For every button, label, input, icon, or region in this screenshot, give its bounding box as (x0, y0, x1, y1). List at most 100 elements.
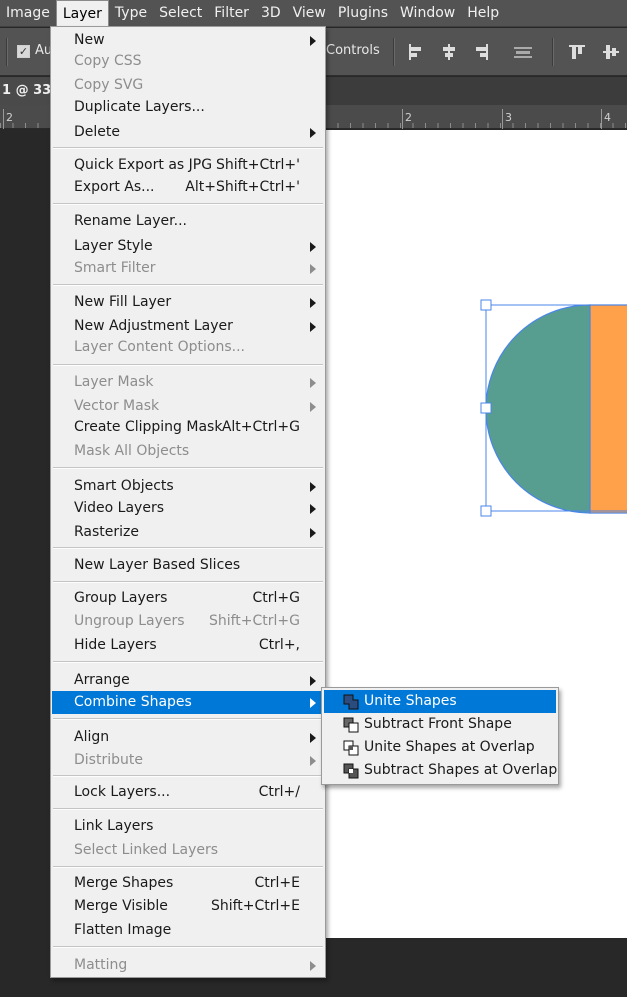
menu-item-new-adjustment-layer[interactable]: New Adjustment Layer (52, 315, 324, 338)
menu-image[interactable]: Image (0, 0, 56, 27)
ruler-label: 2 (405, 111, 412, 124)
menu-view[interactable]: View (287, 0, 332, 27)
menu-item-arrange[interactable]: Arrange (52, 669, 324, 692)
transform-handle[interactable] (480, 505, 492, 517)
unite-shapes-icon (342, 693, 360, 711)
menu-item-rasterize[interactable]: Rasterize (52, 521, 324, 544)
menu-item-select-linked-layers[interactable]: Select Linked Layers (52, 839, 324, 862)
align-left-edges-icon[interactable] (405, 41, 427, 63)
auto-select-checkbox[interactable]: ✓ (17, 45, 30, 58)
menu-item-quick-export-jpg[interactable]: Quick Export as JPG Shift+Ctrl+' (52, 154, 324, 177)
menu-item-rename-layer[interactable]: Rename Layer... (52, 210, 324, 233)
align-horizontal-centers-icon[interactable] (438, 41, 460, 63)
submenu-item-subtract-shapes-at-overlap[interactable]: Subtract Shapes at Overlap (324, 759, 557, 782)
shortcut-label: Ctrl+G (252, 590, 301, 606)
transform-handle[interactable] (480, 299, 492, 311)
menu-item-vector-mask[interactable]: Vector Mask (52, 395, 324, 418)
menu-item-video-layers[interactable]: Video Layers (52, 497, 324, 520)
align-vertical-centers-icon[interactable] (600, 41, 622, 63)
menu-item-new-layer-based-slices[interactable]: New Layer Based Slices (52, 554, 324, 577)
menu-item-duplicate-layers[interactable]: Duplicate Layers... (52, 96, 324, 119)
menu-select[interactable]: Select (153, 0, 208, 27)
submenu-item-unite-shapes[interactable]: Unite Shapes (324, 690, 556, 713)
menu-item-distribute[interactable]: Distribute (52, 749, 324, 772)
menu-item-ungroup-layers[interactable]: Ungroup Layers Shift+Ctrl+G (52, 610, 324, 633)
menu-item-smart-filter[interactable]: Smart Filter (52, 257, 324, 280)
submenu-item-subtract-front-shape[interactable]: Subtract Front Shape (324, 713, 556, 736)
menu-separator (53, 661, 323, 663)
menu-item-layer-mask[interactable]: Layer Mask (52, 371, 324, 394)
menu-item-merge-shapes[interactable]: Merge Shapes Ctrl+E (52, 872, 324, 895)
shortcut-label: Shift+Ctrl+' (215, 157, 300, 173)
menu-filter[interactable]: Filter (208, 0, 255, 27)
ruler-label: 4 (604, 111, 611, 124)
submenu-arrow-icon (310, 482, 316, 492)
distribute-icon[interactable] (512, 41, 534, 63)
ruler-major-tick (601, 109, 602, 129)
menu-item-delete[interactable]: Delete (52, 121, 324, 144)
options-separator (552, 38, 554, 66)
menu-help[interactable]: Help (461, 0, 505, 27)
menu-item-align[interactable]: Align (52, 726, 324, 749)
subtract-front-shape-icon (342, 716, 360, 734)
menu-plugins[interactable]: Plugins (332, 0, 394, 27)
shortcut-label: Ctrl+/ (258, 784, 300, 800)
menu-item-lock-layers[interactable]: Lock Layers... Ctrl+/ (52, 781, 324, 804)
menu-item-copy-svg[interactable]: Copy SVG (52, 74, 324, 97)
align-right-edges-icon[interactable] (470, 41, 492, 63)
menu-bar: Image Layer Type Select Filter 3D View P… (0, 0, 627, 27)
shortcut-label: Alt+Ctrl+G (221, 419, 300, 435)
shortcut-label: Ctrl+, (258, 637, 300, 653)
menu-item-new-fill-layer[interactable]: New Fill Layer (52, 291, 324, 314)
document-tab[interactable]: 1 @ 33. (0, 77, 50, 105)
shortcut-label: Shift+Ctrl+G (208, 613, 300, 629)
submenu-arrow-icon (310, 378, 316, 388)
menu-item-group-layers[interactable]: Group Layers Ctrl+G (52, 587, 324, 610)
menu-window[interactable]: Window (394, 0, 461, 27)
selected-shape-layer[interactable] (478, 298, 627, 518)
transform-handle[interactable] (480, 402, 492, 414)
shortcut-label: Ctrl+E (254, 875, 301, 891)
menu-layer[interactable]: Layer (55, 0, 109, 27)
menu-item-layer-style[interactable]: Layer Style (52, 235, 324, 258)
submenu-arrow-icon (310, 242, 316, 252)
menu-item-layer-content-options[interactable]: Layer Content Options... (52, 336, 324, 359)
menu-item-new[interactable]: New (52, 29, 324, 52)
menu-item-hide-layers[interactable]: Hide Layers Ctrl+, (52, 634, 324, 657)
submenu-arrow-icon (310, 756, 316, 766)
menu-item-export-as[interactable]: Export As... Alt+Shift+Ctrl+' (52, 176, 324, 199)
layer-menu-dropdown: New Copy CSS Copy SVG Duplicate Layers..… (50, 26, 326, 978)
submenu-arrow-icon (310, 961, 316, 971)
menu-item-link-layers[interactable]: Link Layers (52, 815, 324, 838)
menu-separator (53, 581, 323, 583)
menu-separator (53, 775, 323, 777)
menu-type[interactable]: Type (109, 0, 153, 27)
menu-separator (53, 718, 323, 720)
menu-separator (53, 364, 323, 366)
menu-separator (53, 866, 323, 868)
submenu-arrow-icon (310, 402, 316, 412)
menu-3d[interactable]: 3D (255, 0, 287, 27)
menu-item-copy-css[interactable]: Copy CSS (52, 50, 324, 73)
menu-item-matting[interactable]: Matting (52, 954, 324, 977)
align-top-edges-icon[interactable] (566, 41, 588, 63)
shortcut-label: Alt+Shift+Ctrl+' (185, 179, 300, 195)
menu-item-mask-all-objects[interactable]: Mask All Objects (52, 440, 324, 463)
menu-separator (53, 547, 323, 549)
ruler-major-tick (3, 109, 4, 129)
menu-item-create-clipping-mask[interactable]: Create Clipping Mask Alt+Ctrl+G (52, 416, 324, 439)
menu-item-smart-objects[interactable]: Smart Objects (52, 475, 324, 498)
menu-item-flatten-image[interactable]: Flatten Image (52, 919, 324, 942)
options-separator (6, 38, 8, 66)
submenu-arrow-icon (310, 733, 316, 743)
submenu-arrow-icon (310, 322, 316, 332)
submenu-arrow-icon (310, 676, 316, 686)
menu-item-combine-shapes[interactable]: Combine Shapes (52, 691, 324, 714)
orange-shape (589, 304, 627, 514)
options-separator (393, 38, 395, 66)
submenu-item-unite-shapes-at-overlap[interactable]: Unite Shapes at Overlap (324, 736, 556, 759)
menu-separator (53, 203, 323, 205)
menu-separator (53, 467, 323, 469)
menu-item-merge-visible[interactable]: Merge Visible Shift+Ctrl+E (52, 895, 324, 918)
ruler-label: 2 (6, 111, 13, 124)
